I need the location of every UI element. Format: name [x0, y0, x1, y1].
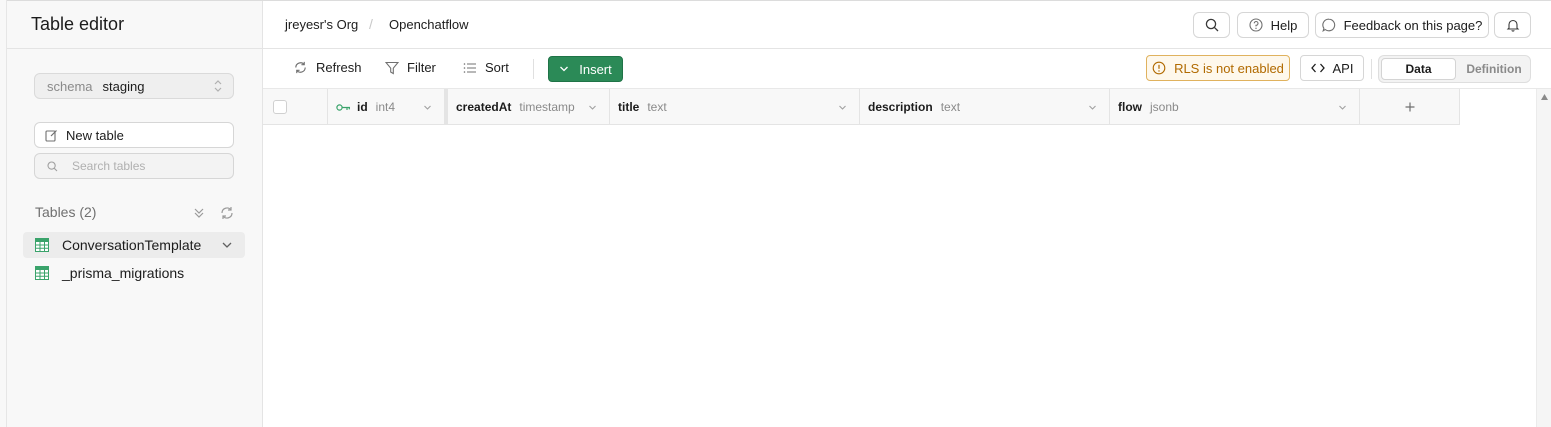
grid-header-row: id int4 createdAt timestamp title text d…: [263, 89, 1460, 125]
column-header-title[interactable]: title text: [610, 89, 860, 125]
page-title: Table editor: [31, 14, 125, 34]
rls-warning-badge[interactable]: RLS is not enabled: [1146, 55, 1290, 81]
schema-value: staging: [102, 78, 145, 94]
chevron-up-down-icon: [214, 80, 222, 92]
filter-icon: [385, 61, 399, 74]
edit-icon: [45, 129, 57, 142]
column-type: text: [647, 100, 667, 114]
help-label: Help: [1270, 17, 1298, 33]
column-name: id: [357, 100, 368, 114]
message-circle-icon: [1321, 18, 1335, 32]
data-grid: id int4 createdAt timestamp title text d…: [263, 89, 1536, 427]
table-item-label: ConversationTemplate: [62, 237, 202, 253]
key-icon: [336, 103, 350, 111]
left-edge-strip: [0, 0, 7, 427]
new-table-button[interactable]: New table: [34, 122, 234, 148]
refresh-tables-icon[interactable]: [219, 205, 235, 221]
search-icon: [1205, 18, 1218, 32]
insert-button[interactable]: Insert: [548, 56, 623, 82]
add-column-button[interactable]: [1360, 89, 1460, 125]
sidebar: Table editor schema staging New table Ta…: [7, 1, 263, 427]
column-name: createdAt: [456, 100, 512, 114]
view-switcher: Data Definition: [1378, 55, 1531, 83]
column-name: title: [618, 100, 640, 114]
chevron-down-icon[interactable]: [588, 103, 597, 112]
chevron-down-icon[interactable]: [1088, 103, 1097, 112]
table-item-label: _prisma_migrations: [62, 265, 185, 281]
collapse-all-icon[interactable]: [191, 205, 207, 221]
search-tables-field[interactable]: [34, 153, 234, 179]
schema-label: schema: [47, 78, 93, 94]
insert-label: Insert: [579, 61, 612, 77]
sort-label: Sort: [485, 60, 509, 75]
search-tables-input[interactable]: [72, 159, 232, 173]
scroll-up-arrow-icon[interactable]: [1541, 94, 1548, 100]
table-toolbar: Refresh Filter Sort Insert RLS is not en…: [263, 49, 1551, 89]
chevron-down-icon[interactable]: [423, 103, 432, 112]
tab-definition[interactable]: Definition: [1459, 58, 1529, 80]
notifications-button[interactable]: [1494, 12, 1531, 38]
new-table-label: New table: [66, 127, 124, 143]
chevron-down-icon[interactable]: [1338, 103, 1347, 112]
breadcrumb-project[interactable]: Openchatflow: [389, 17, 469, 32]
table-grid-icon: [35, 238, 49, 252]
table-item-conversationtemplate[interactable]: ConversationTemplate: [23, 232, 245, 258]
sort-button[interactable]: Sort: [463, 60, 509, 75]
refresh-icon: [295, 61, 306, 74]
column-type: int4: [375, 100, 396, 114]
tables-actions: [191, 205, 235, 221]
column-name: description: [868, 100, 933, 114]
api-label: API: [1332, 60, 1354, 76]
filter-label: Filter: [407, 60, 436, 75]
toolbar-divider: [533, 59, 534, 79]
schema-select[interactable]: schema staging: [34, 73, 234, 99]
frozen-column-divider: [445, 89, 448, 125]
top-bar: jreyesr's Org / Openchatflow Help Feedba…: [263, 1, 1551, 49]
column-header-id[interactable]: id int4: [328, 89, 445, 125]
column-name: flow: [1118, 100, 1142, 114]
table-grid-icon: [35, 266, 49, 280]
global-search-button[interactable]: [1193, 12, 1230, 38]
feedback-label: Feedback on this page?: [1343, 17, 1483, 33]
alert-circle-icon: [1152, 61, 1166, 75]
chevron-down-icon: [560, 66, 569, 72]
bell-icon: [1506, 19, 1519, 32]
column-header-createdat[interactable]: createdAt timestamp: [445, 89, 610, 125]
select-all-cell: [263, 89, 328, 125]
column-type: timestamp: [519, 100, 575, 114]
chevron-down-icon[interactable]: [838, 103, 847, 112]
refresh-button[interactable]: Refresh: [293, 60, 362, 75]
code-icon: [1310, 63, 1325, 73]
plus-icon: [1405, 102, 1414, 112]
rls-warning-label: RLS is not enabled: [1174, 60, 1284, 76]
feedback-button[interactable]: Feedback on this page?: [1315, 12, 1489, 38]
filter-button[interactable]: Filter: [385, 60, 436, 75]
column-type: text: [940, 100, 961, 114]
sort-list-icon: [463, 62, 476, 73]
refresh-label: Refresh: [316, 60, 362, 75]
chevron-down-icon[interactable]: [221, 239, 233, 251]
select-all-checkbox[interactable]: [273, 100, 287, 114]
tab-data[interactable]: Data: [1381, 58, 1456, 80]
column-header-description[interactable]: description text: [860, 89, 1110, 125]
sidebar-header: Table editor: [7, 1, 262, 49]
help-icon: [1249, 18, 1263, 32]
help-button[interactable]: Help: [1237, 12, 1309, 38]
breadcrumb-separator: /: [369, 16, 373, 32]
api-button[interactable]: API: [1300, 55, 1364, 81]
breadcrumb-org[interactable]: jreyesr's Org: [285, 17, 358, 32]
view-divider: [1371, 59, 1372, 79]
tables-heading: Tables (2): [35, 204, 97, 220]
column-type: jsonb: [1150, 100, 1179, 114]
column-header-flow[interactable]: flow jsonb: [1110, 89, 1360, 125]
vertical-scrollbar[interactable]: [1536, 89, 1551, 427]
search-icon: [47, 160, 58, 171]
table-item-prisma-migrations[interactable]: _prisma_migrations: [23, 260, 245, 286]
